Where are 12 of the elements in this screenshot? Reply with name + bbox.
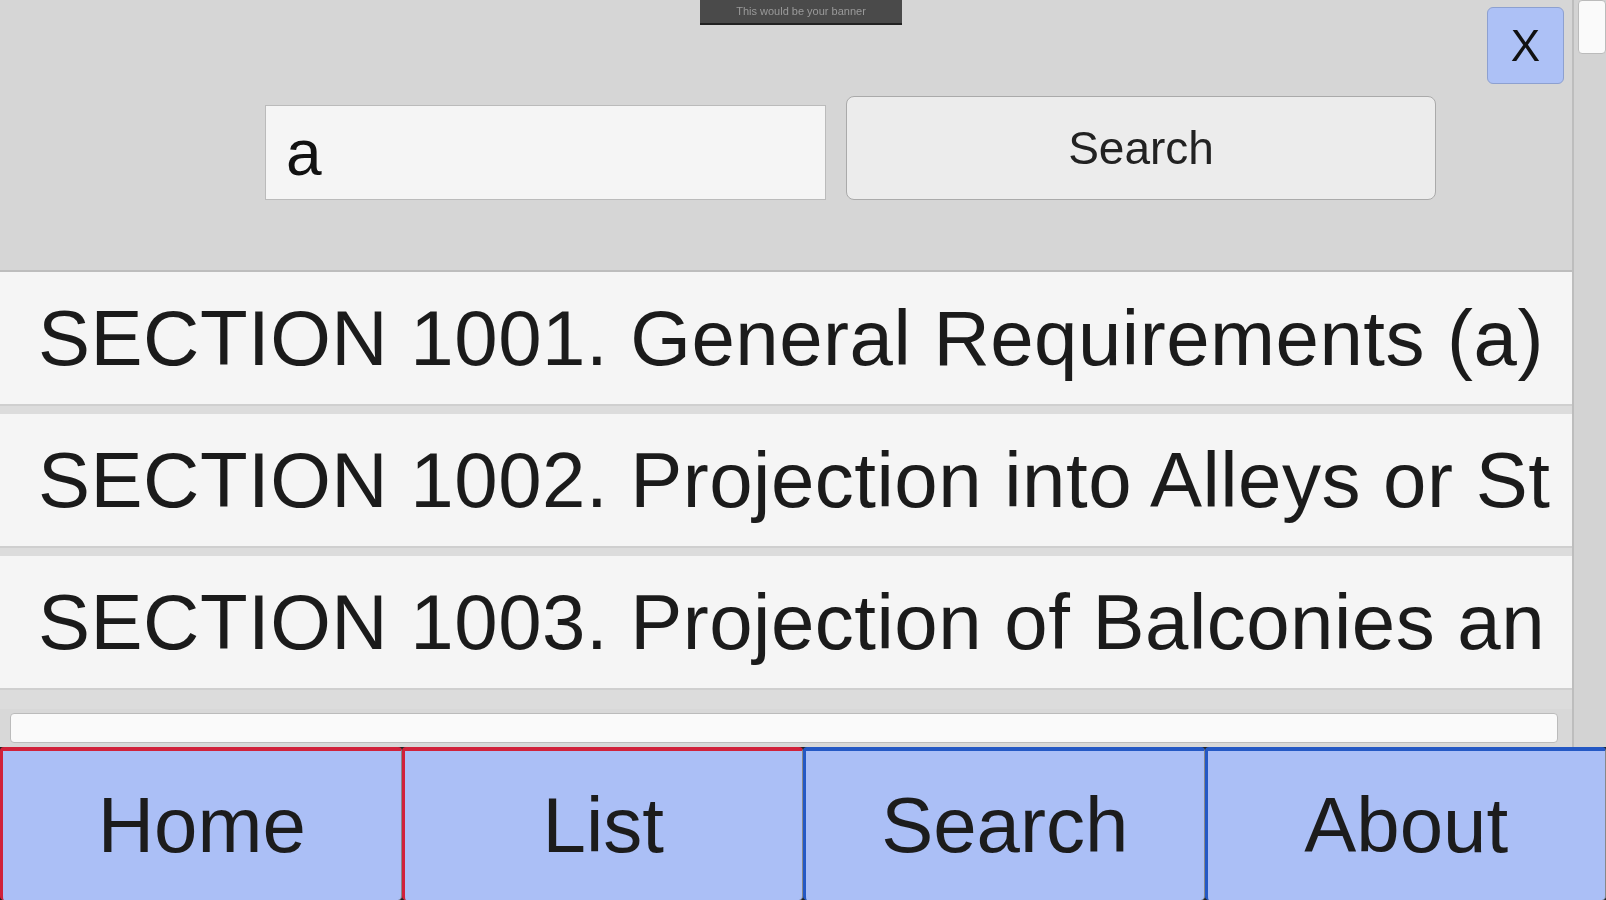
nav-tab[interactable]: Home xyxy=(0,747,402,900)
search-button[interactable]: Search xyxy=(846,95,1436,200)
vertical-scrollbar[interactable] xyxy=(1572,0,1606,747)
nav-tab[interactable]: About xyxy=(1204,747,1606,900)
nav-tab[interactable]: Search xyxy=(803,747,1205,900)
nav-tab[interactable]: List xyxy=(401,747,803,900)
result-item[interactable]: SECTION 1003. Projection of Balconies an xyxy=(0,556,1572,690)
result-item[interactable]: SECTION 1002. Projection into Alleys or St xyxy=(0,414,1572,548)
result-item[interactable]: SECTION 1001. General Requirements (a) xyxy=(0,272,1572,406)
search-field[interactable]: a xyxy=(265,105,826,200)
banner-ad: This would be your banner xyxy=(700,0,902,25)
close-button[interactable]: X xyxy=(1487,7,1564,84)
